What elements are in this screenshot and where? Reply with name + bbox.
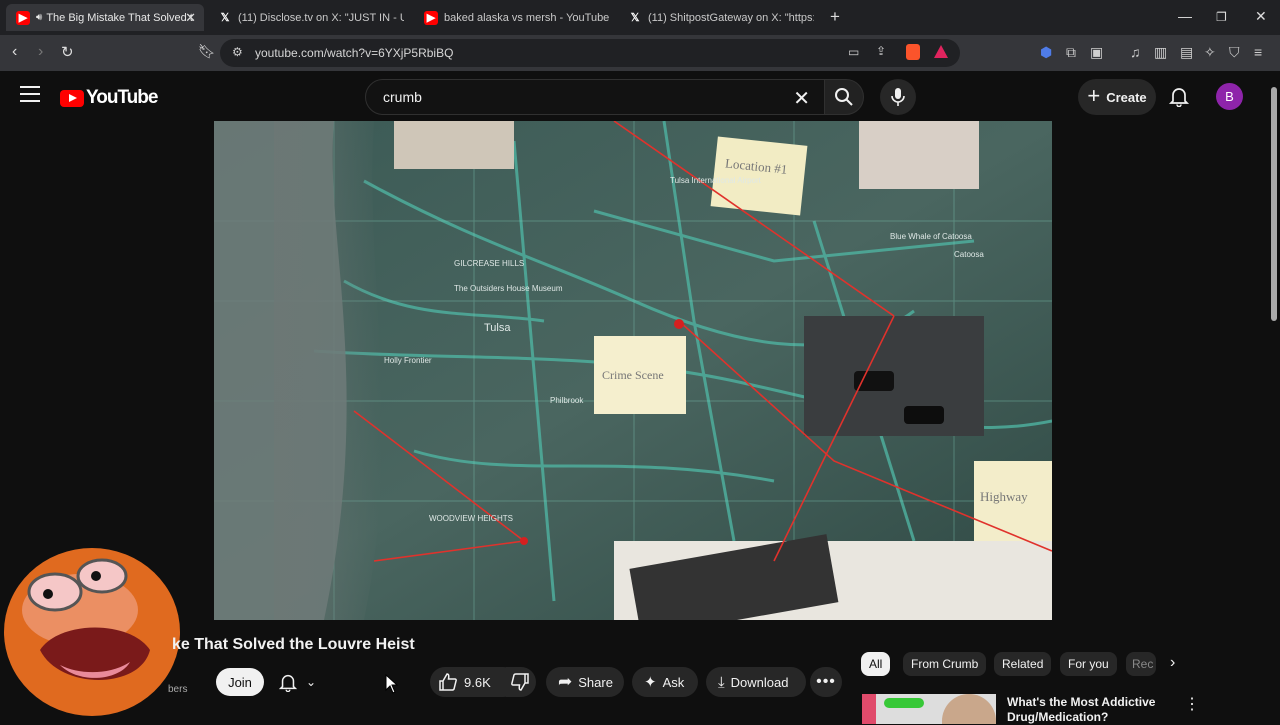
youtube-play-icon (60, 89, 84, 107)
more-actions-button[interactable]: ••• (810, 667, 842, 697)
microphone-icon (891, 88, 905, 106)
back-icon[interactable]: ‹ (12, 43, 17, 61)
subscriber-count: bers (168, 684, 188, 695)
scrollbar-thumb[interactable] (1271, 87, 1277, 321)
emoji-sticker-overlay (4, 548, 180, 716)
menu-icon[interactable]: ≡ (1254, 44, 1262, 60)
bell-icon (278, 674, 298, 692)
chip-recently-uploaded[interactable]: Rec (1126, 652, 1156, 676)
browser-tab-strip: ▶ 🔊︎ The Big Mistake That Solved t ✕ 𝕏 (… (0, 0, 1280, 35)
brave-shield-icon[interactable] (906, 44, 920, 60)
video-player[interactable]: Location #1 Crime Scene Highway The Outs… (214, 121, 1052, 620)
close-tab-icon[interactable]: ✕ (185, 10, 196, 26)
svg-text:The Outsiders House Museum: The Outsiders House Museum (454, 284, 563, 293)
close-window-icon[interactable]: ✕ (1255, 8, 1267, 25)
share-button[interactable]: ➦ Share (546, 667, 624, 697)
ask-button[interactable]: ✦ Ask (632, 667, 698, 697)
map-pin (520, 537, 528, 545)
chip-related[interactable]: Related (994, 652, 1052, 676)
browser-tab-disclose[interactable]: 𝕏 (11) Disclose.tv on X: "JUST IN - UK m (208, 4, 404, 31)
address-bar[interactable]: ⚙ youtube.com/watch?v=6YXjP5RbiBQ ▭ ⇪ (220, 39, 960, 67)
new-tab-icon[interactable]: + (830, 7, 840, 27)
recommendation-title[interactable]: What's the Most Addictive Drug/Medicatio… (1007, 695, 1167, 725)
svg-text:Holly Frontier: Holly Frontier (384, 356, 432, 365)
youtube-icon: ▶ (16, 10, 30, 25)
svg-text:WOODVIEW HEIGHTS: WOODVIEW HEIGHTS (429, 514, 513, 523)
restore-icon[interactable]: ❐ (1216, 10, 1227, 24)
chip-from-crumb[interactable]: From Crumb (903, 652, 987, 676)
media-icon[interactable]: ♫ (1130, 44, 1141, 60)
dislike-button[interactable] (506, 667, 536, 697)
chevron-right-icon[interactable]: › (1170, 654, 1175, 672)
join-button[interactable]: Join (216, 668, 264, 696)
voice-search-button[interactable] (880, 79, 916, 115)
svg-text:Tulsa: Tulsa (484, 322, 511, 334)
browser-toolbar: ‹ › ↻ 🔖︎ ⚙ youtube.com/watch?v=6YXjP5Rbi… (0, 35, 1280, 71)
video-title: ke That Solved the Louvre Heist (172, 636, 415, 653)
notifications-bell-icon[interactable] (1168, 85, 1190, 107)
search-input[interactable]: crumb ✕ (365, 79, 825, 115)
x-icon: 𝕏 (220, 12, 230, 24)
youtube-header: YouTube crumb ✕ + Create B (0, 71, 1280, 121)
download-button[interactable]: ⤓ Download (706, 667, 806, 697)
clear-search-icon[interactable]: ✕ (793, 86, 810, 111)
minimize-icon[interactable]: — (1178, 8, 1192, 24)
leo-ai-icon[interactable]: ✧ (1204, 44, 1216, 61)
svg-text:GILCREASE HILLS: GILCREASE HILLS (454, 259, 524, 268)
cast-icon[interactable]: ▭ (848, 45, 859, 59)
search-value: crumb (383, 89, 422, 105)
chip-all[interactable]: All (861, 652, 891, 676)
svg-text:Highway: Highway (980, 489, 1028, 504)
plus-icon: + (1087, 83, 1101, 108)
svg-text:Crime Scene: Crime Scene (602, 368, 664, 382)
page-scrollbar[interactable] (1268, 71, 1280, 720)
extensions-icon[interactable]: ⧉ (1066, 44, 1076, 61)
x-icon: 𝕏 (630, 12, 640, 24)
video-frame-map: Location #1 Crime Scene Highway The Outs… (214, 121, 1052, 620)
sidebar-icon[interactable]: ▥ (1154, 44, 1167, 61)
pinned-photo (859, 121, 979, 189)
sparkle-icon: ✦ (644, 674, 657, 691)
url-text: youtube.com/watch?v=6YXjP5RbiBQ (255, 46, 454, 60)
more-horizontal-icon: ••• (816, 673, 836, 690)
reload-icon[interactable]: ↻ (61, 43, 74, 61)
svg-text:Tulsa International Airport: Tulsa International Airport (670, 176, 762, 185)
pinned-photo (394, 121, 514, 169)
svg-text:Philbrook: Philbrook (550, 396, 584, 405)
vpn-shield-icon[interactable]: ⛉ (1229, 44, 1240, 61)
svg-text:Catoosa: Catoosa (954, 250, 984, 259)
extension-vpn-icon[interactable]: ⬢ (1040, 44, 1052, 61)
thumbs-down-icon (511, 673, 529, 691)
screenshot-icon[interactable]: ▣ (1090, 44, 1103, 61)
thumbs-up-icon (439, 673, 457, 691)
speaker-icon: 🔊︎ (36, 12, 43, 23)
youtube-logo[interactable]: YouTube (60, 87, 158, 109)
search-icon (835, 88, 853, 106)
wallet-icon[interactable]: ▤ (1180, 44, 1193, 61)
forward-icon[interactable]: › (38, 43, 43, 61)
browser-tab-baked-alaska[interactable]: ▶ baked alaska vs mersh - YouTube (414, 4, 610, 31)
brave-rewards-icon[interactable] (934, 45, 948, 58)
download-icon: ⤓ (718, 673, 725, 691)
more-vertical-icon[interactable]: ⋮ (1184, 694, 1200, 714)
like-button[interactable]: 9.6K (430, 667, 518, 697)
chip-for-you[interactable]: For you (1060, 652, 1117, 676)
mouse-cursor-icon (385, 674, 399, 694)
create-button[interactable]: + Create (1078, 79, 1156, 115)
bookmark-icon[interactable]: 🔖︎ (198, 43, 216, 60)
search-button[interactable] (824, 79, 864, 115)
site-info-icon[interactable]: ⚙ (232, 45, 243, 59)
chevron-down-icon: ⌄ (306, 675, 317, 689)
browser-tab-shitpost[interactable]: 𝕏 (11) ShitpostGateway on X: "https://t. (618, 4, 814, 31)
youtube-icon: ▶ (424, 10, 438, 25)
subscription-bell-button[interactable]: ⌄ (278, 668, 336, 696)
share-page-icon[interactable]: ⇪ (876, 44, 886, 58)
map-pin (674, 319, 684, 329)
svg-text:Blue Whale of Catoosa: Blue Whale of Catoosa (890, 232, 972, 241)
hamburger-menu-icon[interactable] (20, 86, 40, 107)
browser-tab-youtube-video[interactable]: ▶ 🔊︎ The Big Mistake That Solved t ✕ (6, 4, 204, 31)
avatar[interactable]: B (1216, 83, 1243, 110)
share-icon: ➦ (558, 672, 573, 691)
